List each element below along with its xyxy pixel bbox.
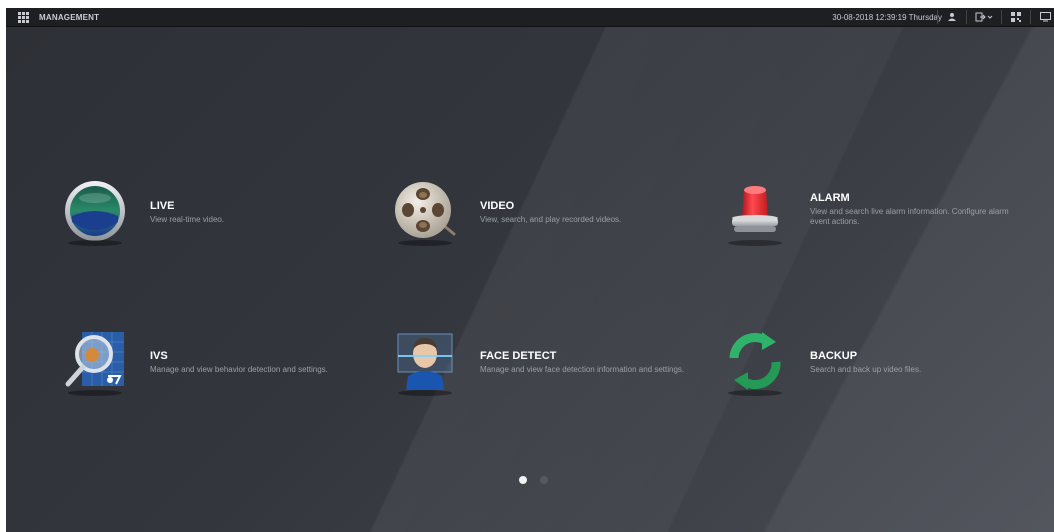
- divider: [937, 10, 938, 24]
- toolbar-icons: [930, 8, 1054, 26]
- user-icon[interactable]: [945, 10, 959, 24]
- page-dot-1[interactable]: [519, 476, 527, 484]
- background-stripe-2: [6, 8, 1054, 532]
- app-title: MANAGEMENT: [39, 12, 100, 22]
- top-bar: MANAGEMENT 30-08-2018 12:39:19 Thursday: [6, 8, 1054, 27]
- tile-desc: Manage and view face detection informati…: [480, 365, 685, 374]
- icon-shadow: [68, 240, 122, 246]
- tile-desc: Search and back up video files.: [810, 365, 922, 374]
- tile-desc: Manage and view behavior detection and s…: [150, 365, 328, 374]
- tile-alarm[interactable]: ALARM View and search live alarm informa…: [720, 178, 1020, 248]
- icon-shadow: [728, 390, 782, 396]
- tile-title: BACKUP: [810, 350, 858, 362]
- icon-shadow: [68, 390, 122, 396]
- qr-code-icon[interactable]: [1009, 10, 1023, 24]
- tile-video[interactable]: VIDEO View, search, and play recorded vi…: [390, 178, 690, 248]
- main-menu-icon[interactable]: [18, 11, 29, 23]
- live-icon: [60, 178, 130, 248]
- tile-desc: View real-time video.: [150, 215, 225, 224]
- divider: [966, 10, 967, 24]
- tile-desc: View and search live alarm information. …: [810, 207, 1009, 226]
- divider: [1001, 10, 1002, 24]
- divider: [1030, 10, 1031, 24]
- video-reel-icon: [390, 178, 460, 248]
- tile-face-detect[interactable]: FACE DETECT Manage and view face detecti…: [390, 328, 690, 398]
- background-stripe: [6, 8, 1054, 532]
- icon-shadow: [728, 240, 782, 246]
- icon-shadow: [398, 240, 452, 246]
- tile-title: LIVE: [150, 200, 175, 212]
- logout-icon[interactable]: [974, 10, 994, 24]
- monitor-icon[interactable]: [1038, 10, 1052, 24]
- tile-backup[interactable]: BACKUP Search and back up video files.: [720, 328, 1020, 398]
- tile-title: VIDEO: [480, 200, 515, 212]
- page-dot-2[interactable]: [540, 476, 548, 484]
- tile-title: IVS: [150, 350, 168, 362]
- ivs-magnifier-icon: [60, 328, 130, 398]
- pagination: [519, 476, 548, 484]
- face-detect-icon: [390, 328, 460, 398]
- tile-ivs[interactable]: IVS Manage and view behavior detection a…: [60, 328, 360, 398]
- tile-title: FACE DETECT: [480, 350, 557, 362]
- icon-shadow: [398, 390, 452, 396]
- tile-desc: View, search, and play recorded videos.: [480, 215, 622, 224]
- tile-live[interactable]: LIVE View real-time video.: [60, 178, 360, 248]
- backup-icon: [720, 328, 790, 398]
- alarm-light-icon: [720, 178, 790, 248]
- datetime-display: 30-08-2018 12:39:19 Thursday: [832, 13, 942, 22]
- desktop-screen: MANAGEMENT 30-08-2018 12:39:19 Thursday: [6, 8, 1054, 532]
- tile-title: ALARM: [810, 192, 850, 204]
